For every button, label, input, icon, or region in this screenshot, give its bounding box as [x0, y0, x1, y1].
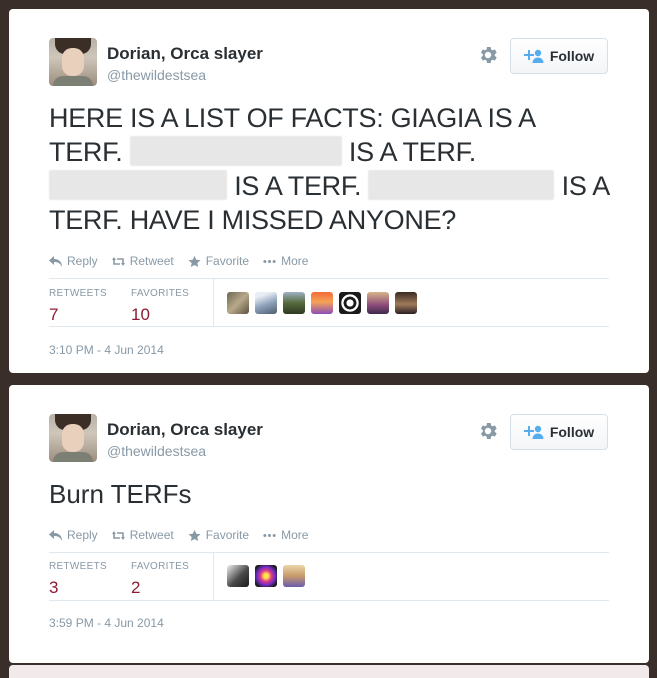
- more-dots-icon: [263, 533, 276, 537]
- retweet-count[interactable]: RETWEETS 7: [49, 288, 107, 325]
- favorite-label: Favorite: [205, 528, 250, 542]
- user-handle[interactable]: @thewildestsea: [107, 67, 206, 83]
- retweets-label: RETWEETS: [49, 288, 107, 299]
- follow-button[interactable]: Follow: [510, 414, 608, 450]
- favorite-count[interactable]: FAVORITES 2: [131, 561, 189, 598]
- tweet-card-1: Dorian, Orca slayer @thewildestsea Follo…: [9, 9, 649, 373]
- follow-label: Follow: [549, 48, 595, 64]
- display-name[interactable]: Dorian, Orca slayer: [107, 420, 263, 440]
- retweet-label: Retweet: [129, 528, 174, 542]
- retweet-icon: [111, 256, 125, 266]
- more-button[interactable]: More: [263, 254, 308, 268]
- stats-vertical-divider: [213, 279, 214, 326]
- more-label: More: [281, 528, 309, 542]
- reply-icon: [49, 255, 62, 267]
- gear-icon[interactable]: [477, 420, 499, 442]
- favoriter-avatar[interactable]: [283, 292, 305, 314]
- tweet-actions: Reply Retweet Favorite More: [49, 254, 308, 268]
- favoriter-avatar[interactable]: [227, 565, 249, 587]
- avatar[interactable]: [49, 414, 97, 462]
- next-card-edge: [9, 665, 649, 678]
- tweet-timestamp[interactable]: 3:59 PM - 4 Jun 2014: [49, 616, 164, 630]
- redacted-name: [129, 136, 342, 166]
- tweet-text: Burn TERFs: [49, 479, 192, 509]
- favoriter-avatar[interactable]: [283, 565, 305, 587]
- add-user-icon: [523, 49, 544, 63]
- avatar[interactable]: [49, 38, 97, 86]
- favoriter-avatar[interactable]: [395, 292, 417, 314]
- favoriter-avatar[interactable]: [339, 292, 361, 314]
- reply-button[interactable]: Reply: [49, 254, 98, 268]
- retweet-icon: [111, 530, 125, 540]
- follow-button[interactable]: Follow: [510, 38, 608, 74]
- favorite-button[interactable]: Favorite: [188, 528, 249, 542]
- retweet-button[interactable]: Retweet: [111, 528, 174, 542]
- retweet-count[interactable]: RETWEETS 3: [49, 561, 107, 598]
- stats-vertical-divider: [213, 553, 214, 600]
- tweet-text-segment: IS A TERF.: [348, 137, 476, 167]
- retweet-label: Retweet: [129, 254, 174, 268]
- add-user-icon: [523, 425, 544, 439]
- favorite-label: Favorite: [205, 254, 250, 268]
- favorites-value: 2: [131, 578, 141, 597]
- more-label: More: [281, 254, 309, 268]
- redacted-name: [368, 170, 555, 200]
- tweet-text-segment: IS A TERF.: [234, 171, 362, 201]
- more-dots-icon: [263, 259, 276, 263]
- favoriter-avatar[interactable]: [255, 292, 277, 314]
- reply-icon: [49, 529, 62, 541]
- retweet-button[interactable]: Retweet: [111, 254, 174, 268]
- favorites-value: 10: [131, 305, 150, 324]
- tweet-text: HERE IS A LIST OF FACTS: GIAGIA IS A TER…: [49, 101, 609, 237]
- favoriter-avatar[interactable]: [367, 292, 389, 314]
- favoriter-avatar[interactable]: [255, 565, 277, 587]
- reply-label: Reply: [67, 254, 98, 268]
- tweet-card-2: Dorian, Orca slayer @thewildestsea Follo…: [9, 385, 649, 663]
- stats-divider: [49, 326, 609, 327]
- more-button[interactable]: More: [263, 528, 308, 542]
- display-name[interactable]: Dorian, Orca slayer: [107, 44, 263, 64]
- favorite-button[interactable]: Favorite: [188, 254, 249, 268]
- retweets-value: 3: [49, 578, 59, 597]
- user-handle[interactable]: @thewildestsea: [107, 443, 206, 459]
- favoriter-avatar[interactable]: [227, 292, 249, 314]
- stats-divider: [49, 600, 609, 601]
- retweets-value: 7: [49, 305, 59, 324]
- reply-button[interactable]: Reply: [49, 528, 98, 542]
- retweets-label: RETWEETS: [49, 561, 107, 572]
- stats-divider: [49, 552, 609, 553]
- stats-divider: [49, 278, 609, 279]
- favorites-label: FAVORITES: [131, 561, 190, 572]
- tweet-actions: Reply Retweet Favorite More: [49, 528, 308, 542]
- favorite-count[interactable]: FAVORITES 10: [131, 288, 189, 325]
- reply-label: Reply: [67, 528, 98, 542]
- tweet-timestamp[interactable]: 3:10 PM - 4 Jun 2014: [49, 343, 164, 357]
- gear-icon[interactable]: [477, 44, 499, 66]
- favoriter-avatar[interactable]: [311, 292, 333, 314]
- follow-label: Follow: [549, 424, 595, 440]
- star-icon: [188, 255, 201, 267]
- redacted-name: [49, 170, 227, 200]
- favorites-label: FAVORITES: [131, 288, 190, 299]
- star-icon: [188, 529, 201, 541]
